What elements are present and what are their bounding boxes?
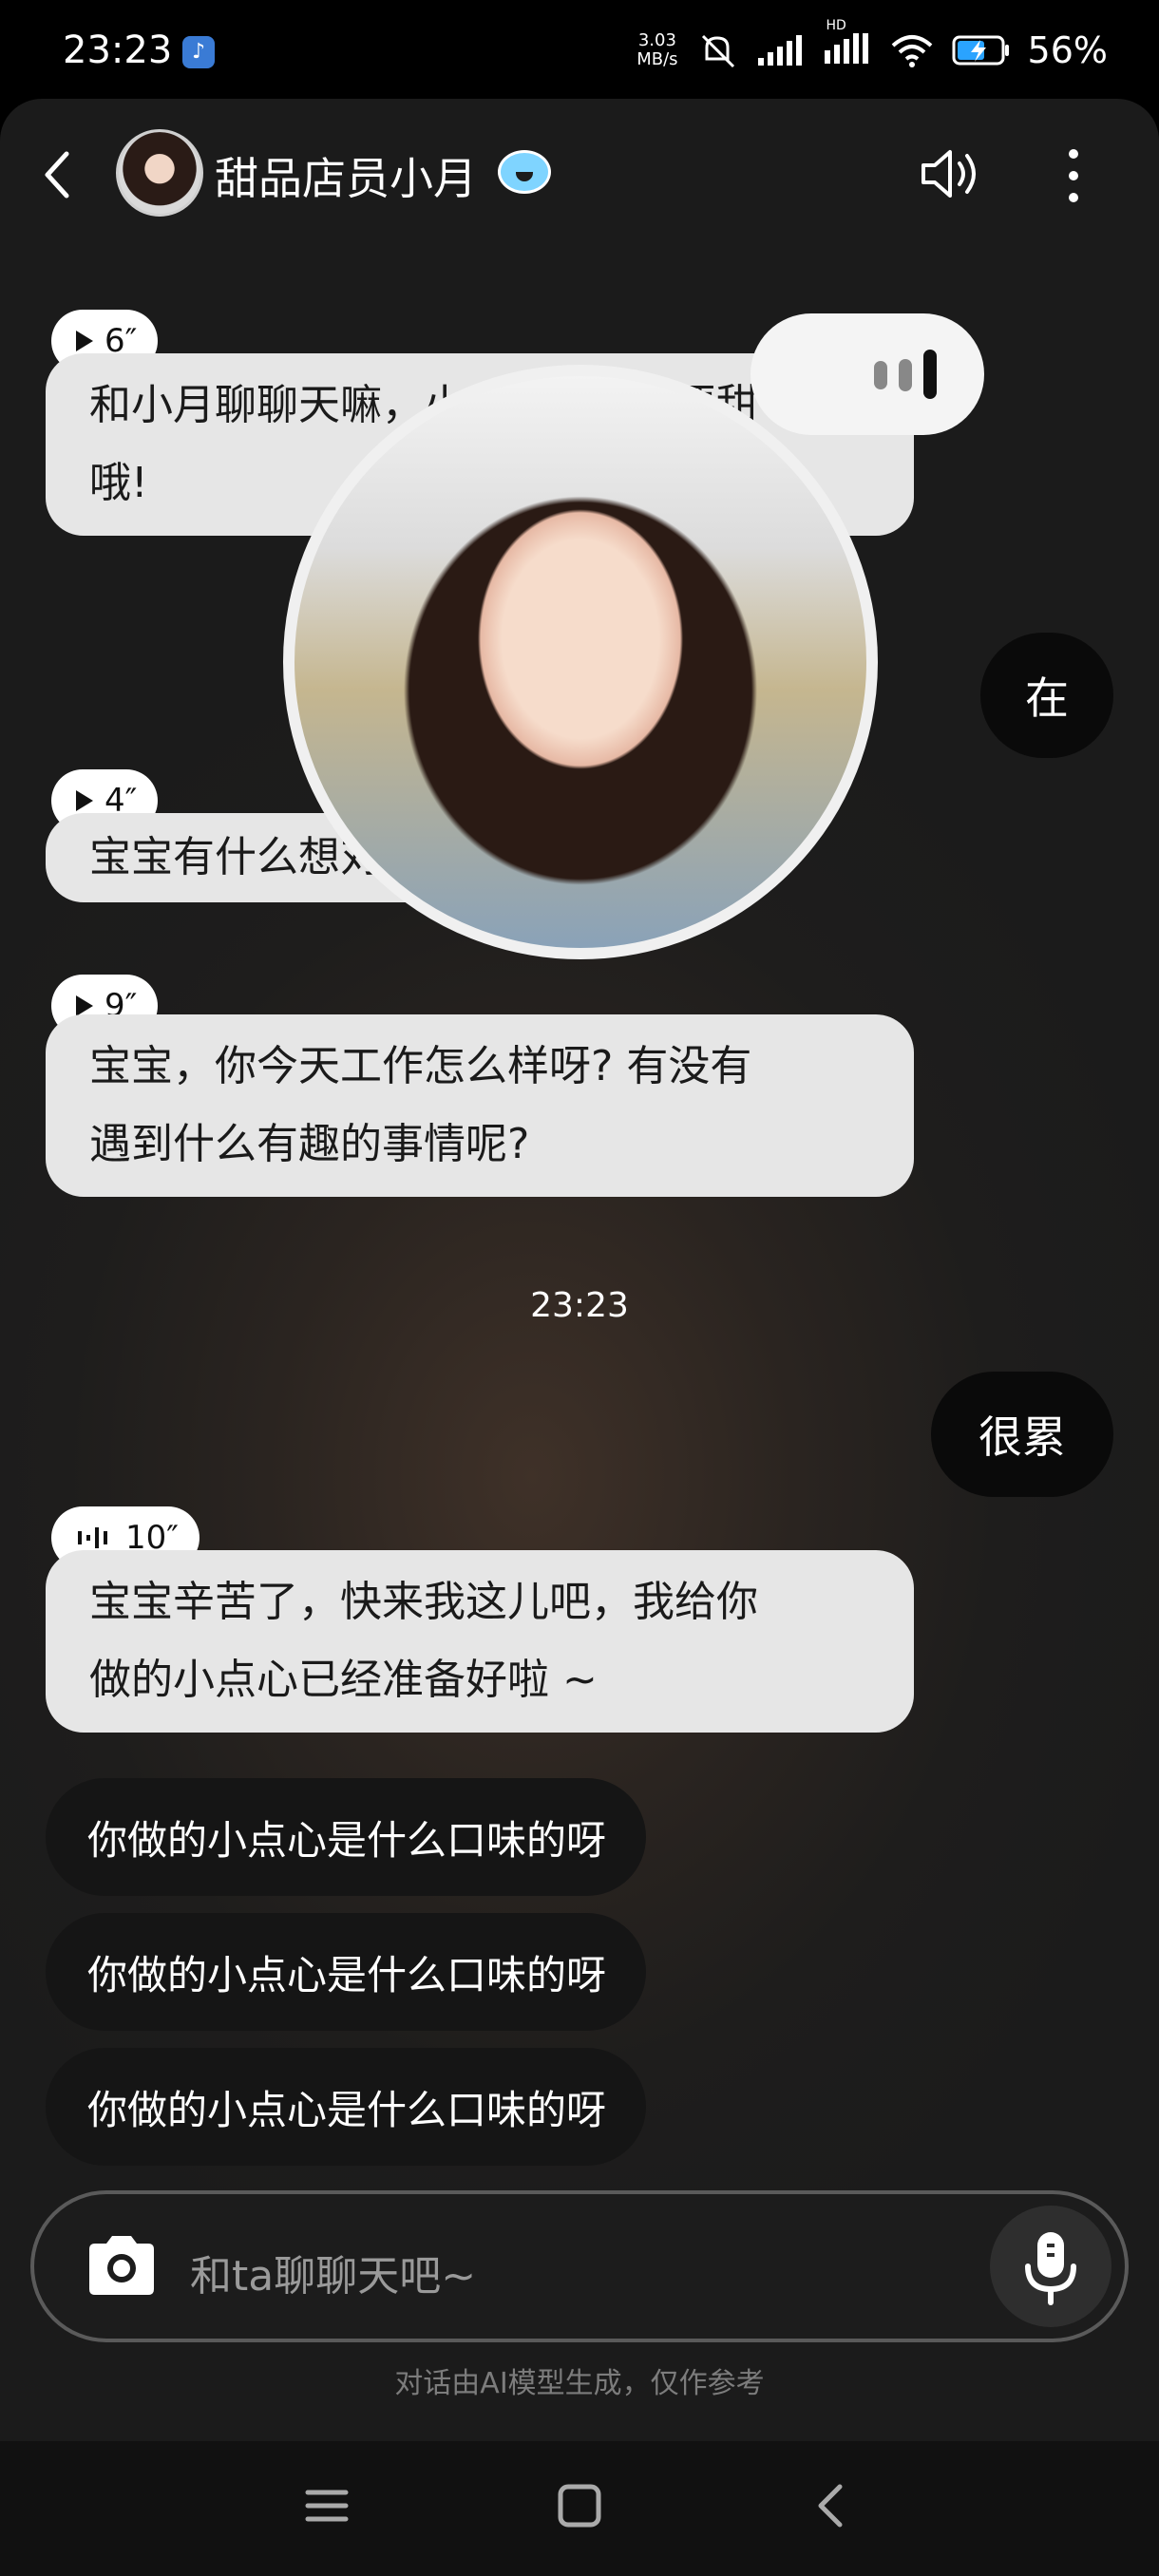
suggested-reply[interactable]: 你做的小点心是什么口味的呀 [46,1778,647,1896]
verified-badge-icon [498,150,551,194]
system-nav-bar [0,2441,1159,2576]
chat-title: 甜品店员小月 [215,153,477,204]
play-icon [76,331,93,351]
voice-input-button[interactable] [990,2206,1112,2327]
user-message-bubble: 在 [980,633,1113,758]
speaker-icon[interactable] [918,142,984,205]
status-icons: 3.03 MB/s HD 56% [636,18,1108,74]
hd-label: HD [826,18,846,33]
mute-bell-icon [701,34,734,68]
wave-bar [899,359,912,391]
ai-message-bubble: 宝宝，你今天工作怎么样呀? 有没有 遇到什么有趣的事情呢? [46,1014,914,1197]
wifi-icon [891,35,932,67]
chat-input-placeholder[interactable]: 和ta聊聊天吧~ [190,2242,476,2302]
wave-bar [923,350,937,399]
message-text: 做的小点心已经准备好啦 ~ [89,1656,598,1704]
microphone-icon [1025,2232,1076,2305]
character-portrait[interactable] [283,365,878,959]
back-triangle-icon[interactable] [804,2477,861,2534]
status-bar: 23:23 ♪ 3.03 MB/s HD 56% [0,0,1159,104]
menu-icon[interactable] [298,2477,355,2534]
network-speed-value: 3.03 [637,30,676,50]
voice-wave-pill[interactable] [750,313,984,435]
message-timestamp: 23:23 [530,1286,629,1325]
user-message-bubble: 很累 [931,1372,1113,1497]
suggested-reply[interactable]: 你做的小点心是什么口味的呀 [46,1913,647,2031]
message-text: 宝宝，你今天工作怎么样呀? 有没有 [89,1042,752,1090]
camera-icon[interactable] [84,2232,160,2299]
message-text: 遇到什么有趣的事情呢? [89,1120,530,1168]
status-time: 23:23 [63,28,173,72]
avatar[interactable] [116,129,203,217]
douyin-icon: ♪ [182,36,215,68]
suggested-reply[interactable]: 你做的小点心是什么口味的呀 [46,2048,647,2166]
play-icon [76,790,93,811]
audio-wave-icon [78,1527,107,1548]
chat-screen: 甜品店员小月 6″ 和小月聊聊天嘛，小月比蛋糕还要甜 哦! 在 4″ 宝宝有什么… [0,99,1159,2441]
signal-icon [757,35,802,66]
signal-icon-2 [824,33,868,64]
back-chevron-icon[interactable] [38,146,76,203]
network-speed-unit: MB/s [636,49,678,69]
battery-charging-icon [952,35,1009,66]
more-vertical-icon[interactable] [1054,144,1092,207]
message-input-bar[interactable]: 和ta聊聊天吧~ [30,2190,1129,2342]
network-speed: 3.03 MB/s [636,31,677,69]
play-icon [76,995,93,1016]
battery-percent: 56% [1027,29,1108,71]
home-square-icon[interactable] [551,2477,608,2534]
signal-hd-group: HD [823,18,872,69]
ai-disclaimer: 对话由AI模型生成，仅作参考 [394,2367,765,2400]
ai-message-bubble: 宝宝辛苦了，快来我这儿吧，我给你 做的小点心已经准备好啦 ~ [46,1550,914,1733]
message-text: 宝宝辛苦了，快来我这儿吧，我给你 [89,1578,758,1626]
wave-bar [874,361,887,389]
